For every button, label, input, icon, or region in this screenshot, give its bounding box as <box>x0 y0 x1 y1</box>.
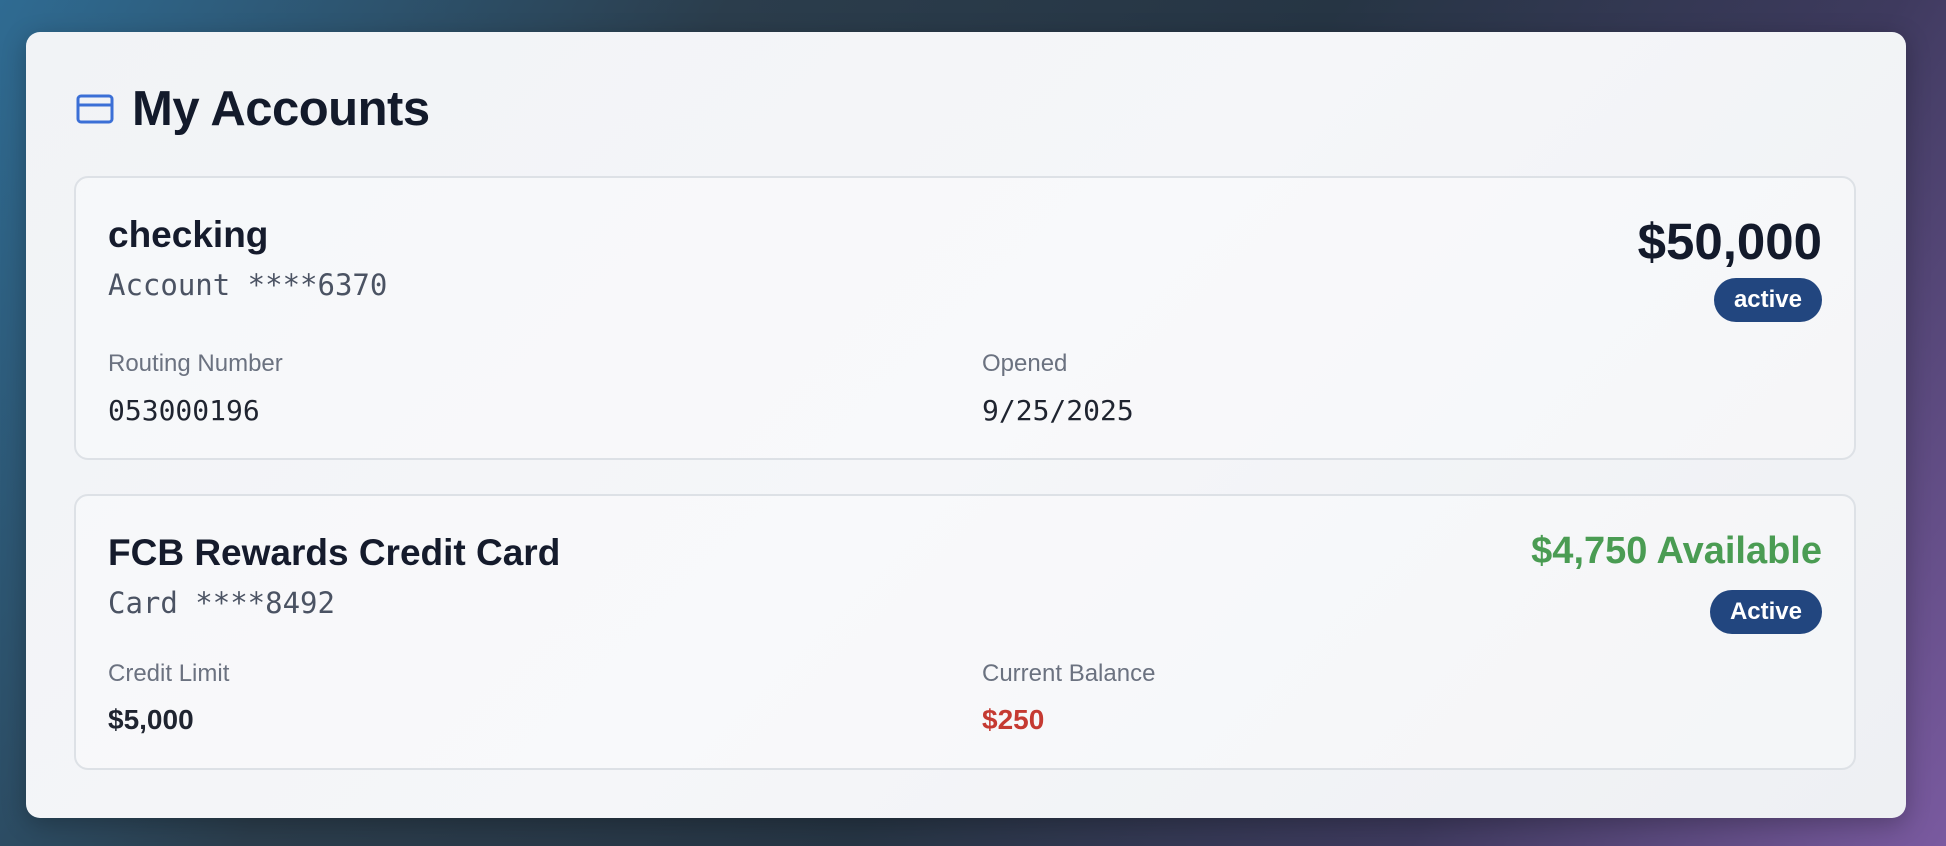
opened-date-field: Opened 9/25/2025 <box>982 350 1134 427</box>
field-value: 053000196 <box>108 394 260 427</box>
accounts-panel: My Accounts checking Account ****6370 $5… <box>26 32 1906 818</box>
page-title: My Accounts <box>132 82 430 136</box>
account-number-masked: Account ****6370 <box>108 268 388 302</box>
account-card-checking[interactable]: checking Account ****6370 $50,000 active… <box>74 176 1856 460</box>
current-balance-field: Current Balance $250 <box>982 660 1155 736</box>
field-value: 9/25/2025 <box>982 394 1134 427</box>
available-credit: $4,750 Available <box>1531 530 1822 572</box>
status-badge: Active <box>1709 590 1822 634</box>
credit-limit-field: Credit Limit $5,000 <box>108 660 229 736</box>
field-label: Credit Limit <box>108 660 230 687</box>
field-label: Current Balance <box>982 660 1156 687</box>
field-value: $250 <box>982 704 1045 735</box>
account-card-credit[interactable]: FCB Rewards Credit Card Card ****8492 $4… <box>74 494 1856 770</box>
field-label: Routing Number <box>108 350 283 377</box>
routing-number-field: Routing Number 053000196 <box>108 350 283 427</box>
status-badge: active <box>1713 278 1822 322</box>
card-number-masked: Card ****8492 <box>108 586 335 620</box>
credit-card-icon <box>76 94 114 124</box>
account-name: FCB Rewards Credit Card <box>108 532 561 573</box>
field-value: $5,000 <box>108 704 194 735</box>
account-name: checking <box>108 214 269 255</box>
account-balance: $50,000 <box>1637 213 1822 270</box>
page-header: My Accounts <box>76 74 430 144</box>
field-label: Opened <box>982 350 1068 377</box>
